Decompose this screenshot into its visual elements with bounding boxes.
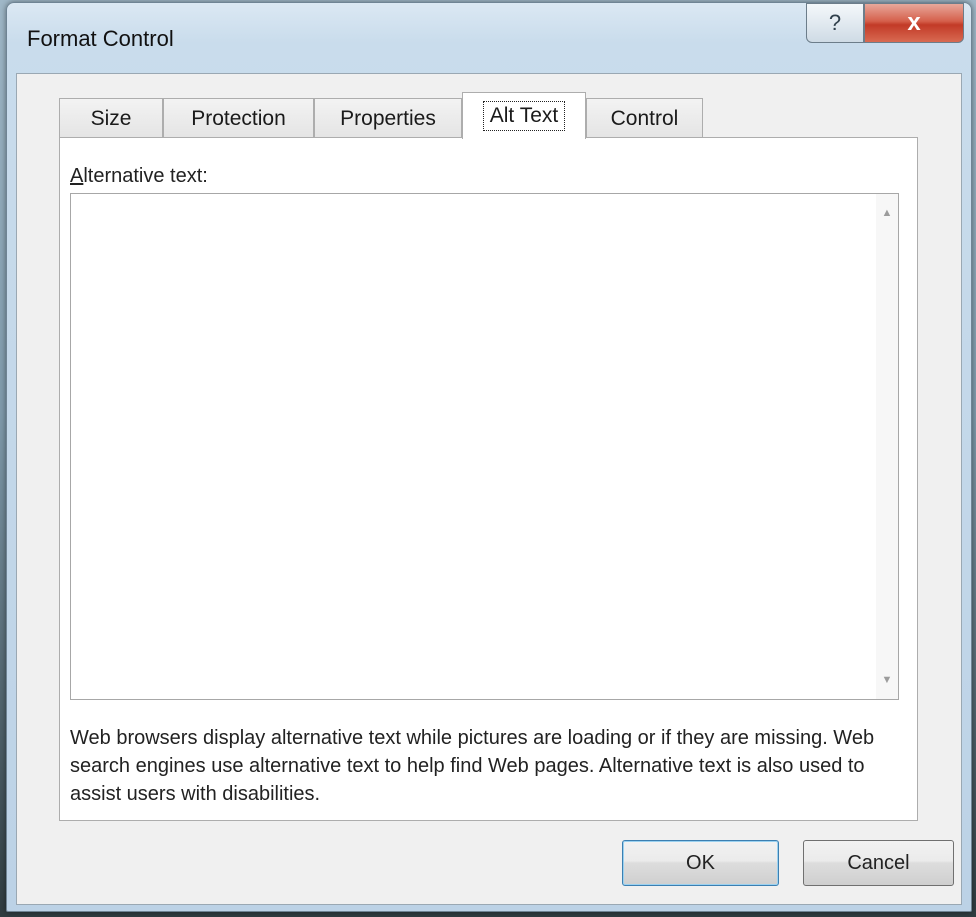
alt-text-panel: Alternative text: ▲ ▼ Web browsers displ… [59, 137, 918, 821]
tab-label: Protection [191, 106, 286, 130]
alt-text-description: Web browsers display alternative text wh… [70, 727, 875, 805]
label-rest: lternative text: [83, 165, 208, 187]
label-mnemonic: A [70, 165, 84, 187]
ok-button[interactable]: OK [622, 840, 779, 886]
scroll-up-arrow-icon[interactable]: ▲ [876, 202, 898, 224]
help-icon: ? [828, 10, 842, 35]
format-control-dialog: Format Control ? x Size Protection Prope… [6, 2, 972, 912]
close-icon: x [907, 9, 921, 36]
tab-size[interactable]: Size [59, 98, 163, 138]
close-button[interactable]: x [864, 3, 964, 43]
alternative-text-box: ▲ ▼ [70, 193, 899, 700]
vertical-scrollbar[interactable]: ▲ ▼ [876, 194, 898, 699]
tab-alt-text[interactable]: Alt Text [462, 92, 586, 139]
dialog-title: Format Control [27, 26, 174, 51]
tab-label: Size [90, 106, 132, 130]
tab-properties[interactable]: Properties [314, 98, 462, 138]
tab-label: Control [610, 106, 679, 130]
tab-label: Properties [340, 106, 436, 130]
tab-protection[interactable]: Protection [163, 98, 314, 138]
cancel-button[interactable]: Cancel [803, 840, 954, 886]
tab-label: Alt Text [482, 101, 566, 131]
help-button[interactable]: ? [806, 3, 864, 43]
alternative-text-label: Alternative text: [70, 165, 208, 188]
dialog-client-area: Size Protection Properties Alt Text Cont… [16, 73, 962, 905]
scroll-down-arrow-icon[interactable]: ▼ [876, 669, 898, 691]
alternative-text-input[interactable] [71, 194, 876, 699]
tab-control[interactable]: Control [586, 98, 703, 138]
title-bar: Format Control ? x [7, 3, 971, 73]
